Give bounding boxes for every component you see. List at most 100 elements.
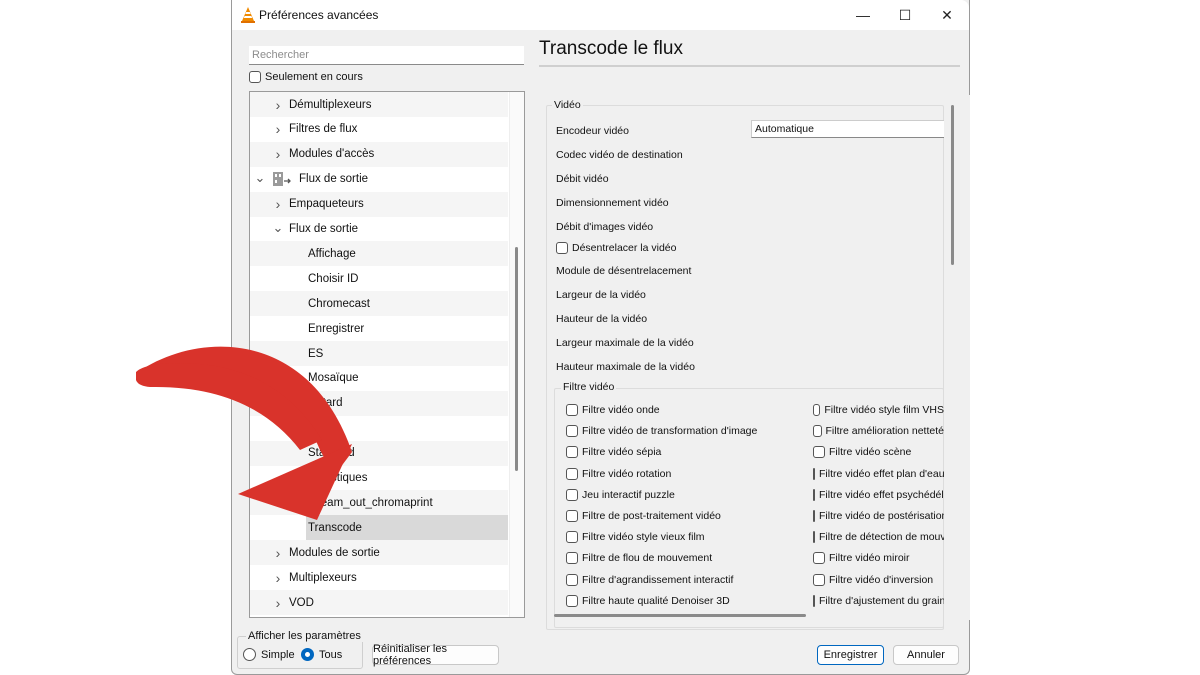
category-tree[interactable]: › VOD › Multiplexeurs › Modules de sortie Tran… (249, 91, 525, 618)
chevron-right-icon[interactable]: › (272, 121, 284, 137)
search-input[interactable] (249, 46, 524, 65)
video-encoder-select[interactable]: Automatique (751, 120, 946, 138)
checkbox-box[interactable] (566, 425, 578, 438)
minimize-button[interactable]: — (842, 0, 884, 30)
chevron-right-icon[interactable]: › (272, 146, 284, 162)
checkbox-box[interactable] (813, 594, 815, 607)
video-filter-label: Filtre vidéo miroir (829, 552, 910, 565)
tree-item[interactable]: › Multiplexeurs (250, 565, 508, 590)
video-filter-checkbox[interactable]: Filtre vidéo style film VHS (813, 404, 944, 416)
tree-item-label: Transcode (308, 521, 362, 534)
tree-item-label: Choisir ID (308, 272, 359, 285)
video-filter-checkbox[interactable]: Filtre vidéo effet plan d'eau (813, 467, 944, 480)
radio-simple[interactable]: Simple (243, 648, 295, 661)
radio-all[interactable]: Tous (301, 648, 342, 661)
tree-item[interactable]: ⌄ Flux de sortie (250, 167, 508, 192)
video-filter-label: Filtre haute qualité Denoiser 3D (582, 594, 730, 607)
tree-item[interactable]: Choisir ID (250, 266, 508, 291)
tree-item[interactable]: Chromecast (250, 291, 508, 317)
video-filter-checkbox[interactable]: Filtre de flou de mouvement (566, 552, 806, 565)
tree-item[interactable]: Statistiques (250, 466, 508, 491)
video-setting-label: Module de désentrelacement (556, 265, 692, 277)
checkbox-box[interactable] (813, 404, 821, 416)
radio-simple-label: Simple (261, 648, 295, 661)
save-button[interactable]: Enregistrer (817, 645, 884, 665)
chevron-right-icon[interactable]: › (272, 595, 284, 611)
tree-item[interactable]: Retard (250, 390, 508, 416)
checkbox-box[interactable] (566, 404, 578, 416)
tree-item[interactable]: › Démultiplexeurs (250, 92, 508, 117)
video-encoder-label: Encodeur vidéo (556, 125, 629, 137)
chevron-right-icon[interactable]: › (272, 196, 284, 212)
tree-item[interactable]: ES (250, 341, 508, 366)
reset-preferences-button[interactable]: Réinitialiser les préférences (372, 643, 499, 667)
checkbox-box[interactable] (556, 242, 568, 254)
video-filter-checkbox[interactable]: Filtre vidéo sépia (566, 446, 806, 459)
video-filter-checkbox[interactable]: Filtre vidéo scène (813, 446, 944, 459)
video-filter-checkbox[interactable]: Filtre vidéo effet psychédélique (813, 488, 944, 501)
radio-simple-indicator[interactable] (243, 648, 256, 661)
maximize-button[interactable]: ☐ (884, 0, 926, 30)
cancel-button[interactable]: Annuler (893, 645, 959, 665)
checkbox-box[interactable] (566, 594, 578, 607)
video-filter-checkbox[interactable]: Filtre de détection de mouvement (813, 531, 944, 544)
video-filter-label: Filtre de détection de mouvement (819, 531, 944, 544)
chevron-right-icon[interactable]: › (272, 570, 284, 586)
video-filter-checkbox[interactable]: Filtre d'agrandissement interactif (566, 573, 806, 586)
checkbox-box[interactable] (566, 467, 578, 480)
checkbox-box[interactable] (813, 467, 815, 480)
tree-scrollbar-thumb[interactable] (515, 247, 518, 471)
checkbox-box[interactable] (566, 552, 578, 565)
panel-vertical-scrollbar[interactable] (951, 105, 954, 265)
panel-scroll-track[interactable] (944, 95, 970, 620)
checkbox-box[interactable] (566, 573, 578, 586)
tree-item[interactable]: Standard (250, 440, 508, 466)
video-filter-checkbox[interactable]: Filtre vidéo d'inversion (813, 573, 944, 586)
video-filter-checkbox[interactable]: Filtre haute qualité Denoiser 3D (566, 594, 806, 607)
video-filter-checkbox[interactable]: Filtre de post-traitement vidéo (566, 510, 806, 522)
video-filter-checkbox[interactable]: Filtre vidéo de transformation d'image (566, 425, 806, 438)
chevron-right-icon[interactable]: › (272, 97, 284, 113)
tree-item[interactable]: Transcode (306, 515, 508, 541)
checkbox-box[interactable] (566, 446, 578, 459)
radio-all-indicator[interactable] (301, 648, 314, 661)
checkbox-box[interactable] (566, 488, 578, 501)
only-current-checkbox[interactable]: Seulement en cours (249, 71, 363, 83)
tree-item[interactable]: stream_out_chromaprint (250, 490, 508, 516)
deinterlace-checkbox[interactable]: Désentrelacer la vidéo (556, 242, 676, 254)
video-filter-checkbox[interactable]: Filtre vidéo rotation (566, 467, 806, 480)
tree-item[interactable]: › Modules d'accès (250, 141, 508, 167)
video-filter-checkbox[interactable]: Filtre vidéo miroir (813, 552, 944, 565)
checkbox-box[interactable] (813, 531, 815, 544)
chevron-down-icon[interactable]: ⌄ (272, 220, 284, 236)
tree-item[interactable]: › VOD (250, 590, 508, 615)
checkbox-box[interactable] (813, 552, 825, 565)
tree-item[interactable]: › Filtres de flux (250, 117, 508, 142)
chevron-right-icon[interactable]: › (272, 545, 284, 561)
video-filter-label: Filtre amélioration netteté (825, 425, 944, 438)
checkbox-box[interactable] (813, 573, 825, 586)
chevron-down-icon[interactable]: ⌄ (254, 170, 266, 186)
video-filter-checkbox[interactable]: Jeu interactif puzzle (566, 488, 806, 501)
close-button[interactable]: ✕ (926, 0, 968, 30)
video-filter-checkbox[interactable]: Filtre d'ajustement du grain (813, 594, 944, 607)
video-filter-checkbox[interactable]: Filtre vidéo onde (566, 404, 806, 416)
tree-item[interactable]: › Modules de sortie (250, 540, 508, 566)
tree-item[interactable]: › Empaqueteurs (250, 191, 508, 217)
checkbox-box[interactable] (566, 510, 578, 522)
checkbox-box[interactable] (813, 510, 815, 522)
checkbox-box[interactable] (813, 488, 815, 501)
checkbox-box[interactable] (813, 446, 825, 459)
video-filter-checkbox[interactable]: Filtre vidéo style vieux film (566, 531, 806, 544)
video-filter-checkbox[interactable]: Filtre amélioration netteté (813, 425, 944, 438)
video-filter-checkbox[interactable]: Filtre vidéo de postérisation (813, 510, 944, 522)
tree-item[interactable]: RTP (250, 416, 508, 441)
tree-item[interactable]: Mosaïque (250, 366, 508, 391)
tree-item[interactable]: Affichage (250, 241, 508, 267)
checkbox-box[interactable] (566, 531, 578, 544)
tree-item[interactable]: ⌄ Flux de sortie (250, 217, 508, 242)
tree-item[interactable]: Enregistrer (250, 316, 508, 341)
checkbox-box[interactable] (249, 71, 261, 83)
panel-horizontal-scrollbar[interactable] (554, 614, 806, 617)
checkbox-box[interactable] (813, 425, 822, 438)
